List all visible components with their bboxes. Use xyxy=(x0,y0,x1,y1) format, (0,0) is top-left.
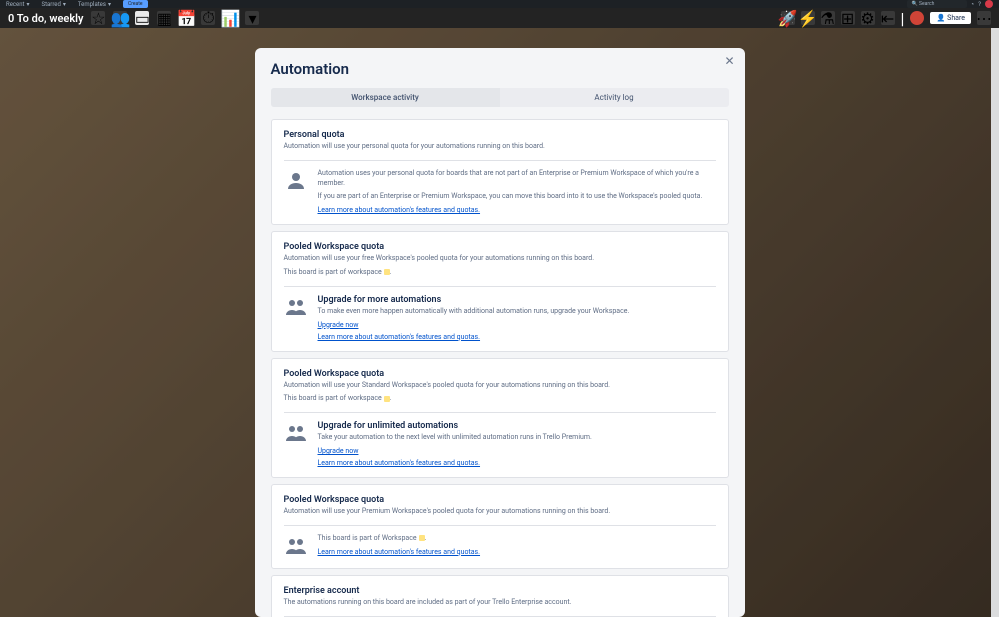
topbar: Recent ▾ Starred ▾ Templates ▾ Create 🔍 … xyxy=(0,0,999,8)
modal-title: Automation xyxy=(271,60,729,78)
card-desc: Automation will use your personal quota … xyxy=(284,142,716,152)
search-input[interactable]: 🔍 Search xyxy=(907,0,967,8)
view-icon-3[interactable]: ⏱ xyxy=(201,11,215,25)
rocket-icon[interactable]: 🚀 xyxy=(781,11,795,25)
card-title: Enterprise account xyxy=(284,586,716,596)
share-button[interactable]: 👤 Share xyxy=(930,12,971,24)
pooled-standard-card: Pooled Workspace quota Automation will u… xyxy=(271,358,729,478)
sub-title: Upgrade for unlimited automations xyxy=(318,421,716,431)
board-title: 0 To do, weekly xyxy=(8,12,83,25)
card-text: This board is part of Workspace. xyxy=(318,534,716,544)
help-icon[interactable]: ? xyxy=(978,1,981,8)
modal-overlay: ✕ Automation Workspace activity Activity… xyxy=(0,28,999,617)
divider: | xyxy=(901,9,905,28)
board-header: 0 To do, weekly ☆ 👥 ▭ ▦ 📅 ⏱ 📊 ▾ 🚀 ⚡ ⚗ ⊞ … xyxy=(0,8,999,28)
sub-title: Upgrade for more automations xyxy=(318,295,716,305)
pooled-free-card: Pooled Workspace quota Automation will u… xyxy=(271,231,729,351)
person-icon xyxy=(284,169,308,193)
card-desc: Automation will use your Standard Worksp… xyxy=(284,381,716,391)
card-desc: Automation will use your Premium Workspa… xyxy=(284,507,716,517)
chevron-down-icon[interactable]: ▾ xyxy=(245,11,259,25)
badge-placeholder xyxy=(419,535,425,541)
star-icon[interactable]: ☆ xyxy=(91,11,105,25)
menu-recent[interactable]: Recent ▾ xyxy=(6,1,30,8)
card-text: To make even more happen automatically w… xyxy=(318,307,716,317)
card-text: This board is part of workspace. xyxy=(284,268,716,278)
user-avatar[interactable] xyxy=(985,0,993,8)
filter-icon[interactable]: ⚗ xyxy=(821,11,835,25)
enterprise-account-card: Enterprise account The automations runni… xyxy=(271,575,729,617)
card-title: Pooled Workspace quota xyxy=(284,495,716,505)
member-avatar[interactable] xyxy=(910,11,924,25)
powerup-icon[interactable]: ⊞ xyxy=(841,11,855,25)
view-icon-4[interactable]: 📊 xyxy=(223,11,237,25)
board-view-icon[interactable]: ▭ xyxy=(135,11,149,25)
bolt-icon[interactable]: ⚡ xyxy=(801,11,815,25)
create-button[interactable]: Create xyxy=(123,0,148,8)
collapse-icon[interactable]: ⇤ xyxy=(881,11,895,25)
card-text: Take your automation to the next level w… xyxy=(318,433,716,443)
tab-activity-log[interactable]: Activity log xyxy=(500,88,729,107)
card-text: Automation uses your personal quota for … xyxy=(318,169,716,189)
learn-more-link[interactable]: Learn more about automation's features a… xyxy=(318,333,716,341)
view-icon-2[interactable]: 📅 xyxy=(179,11,193,25)
card-title: Pooled Workspace quota xyxy=(284,242,716,252)
automation-icon[interactable]: ⚙ xyxy=(861,11,875,25)
card-desc: Automation will use your free Workspace'… xyxy=(284,254,716,264)
menu-icon[interactable]: ⋯ xyxy=(977,11,991,25)
tab-workspace-activity[interactable]: Workspace activity xyxy=(271,88,500,107)
menu-templates[interactable]: Templates ▾ xyxy=(78,1,111,8)
card-text: If you are part of an Enterprise or Prem… xyxy=(318,192,716,202)
menu-starred[interactable]: Starred ▾ xyxy=(42,1,66,8)
people-icon xyxy=(284,295,308,319)
upgrade-now-link[interactable]: Upgrade now xyxy=(318,321,716,329)
upgrade-now-link[interactable]: Upgrade now xyxy=(318,447,716,455)
learn-more-link[interactable]: Learn more about automation's features a… xyxy=(318,548,716,556)
close-icon[interactable]: ✕ xyxy=(723,54,737,68)
people-icon xyxy=(284,534,308,558)
visibility-icon[interactable]: 👥 xyxy=(113,11,127,25)
view-icon-1[interactable]: ▦ xyxy=(157,11,171,25)
tab-bar: Workspace activity Activity log xyxy=(271,88,729,107)
pooled-premium-card: Pooled Workspace quota Automation will u… xyxy=(271,484,729,569)
card-desc: The automations running on this board ar… xyxy=(284,598,716,608)
badge-placeholder xyxy=(384,269,390,275)
card-title: Pooled Workspace quota xyxy=(284,369,716,379)
learn-more-link[interactable]: Learn more about automation's features a… xyxy=(318,206,716,214)
badge-placeholder xyxy=(384,396,390,402)
personal-quota-card: Personal quota Automation will use your … xyxy=(271,119,729,225)
notification-icon[interactable]: ◔ xyxy=(971,1,975,8)
automation-modal: ✕ Automation Workspace activity Activity… xyxy=(255,48,745,617)
card-title: Personal quota xyxy=(284,130,716,140)
card-text: This board is part of workspace. xyxy=(284,394,716,404)
learn-more-link[interactable]: Learn more about automation's features a… xyxy=(318,459,716,467)
people-icon xyxy=(284,421,308,445)
